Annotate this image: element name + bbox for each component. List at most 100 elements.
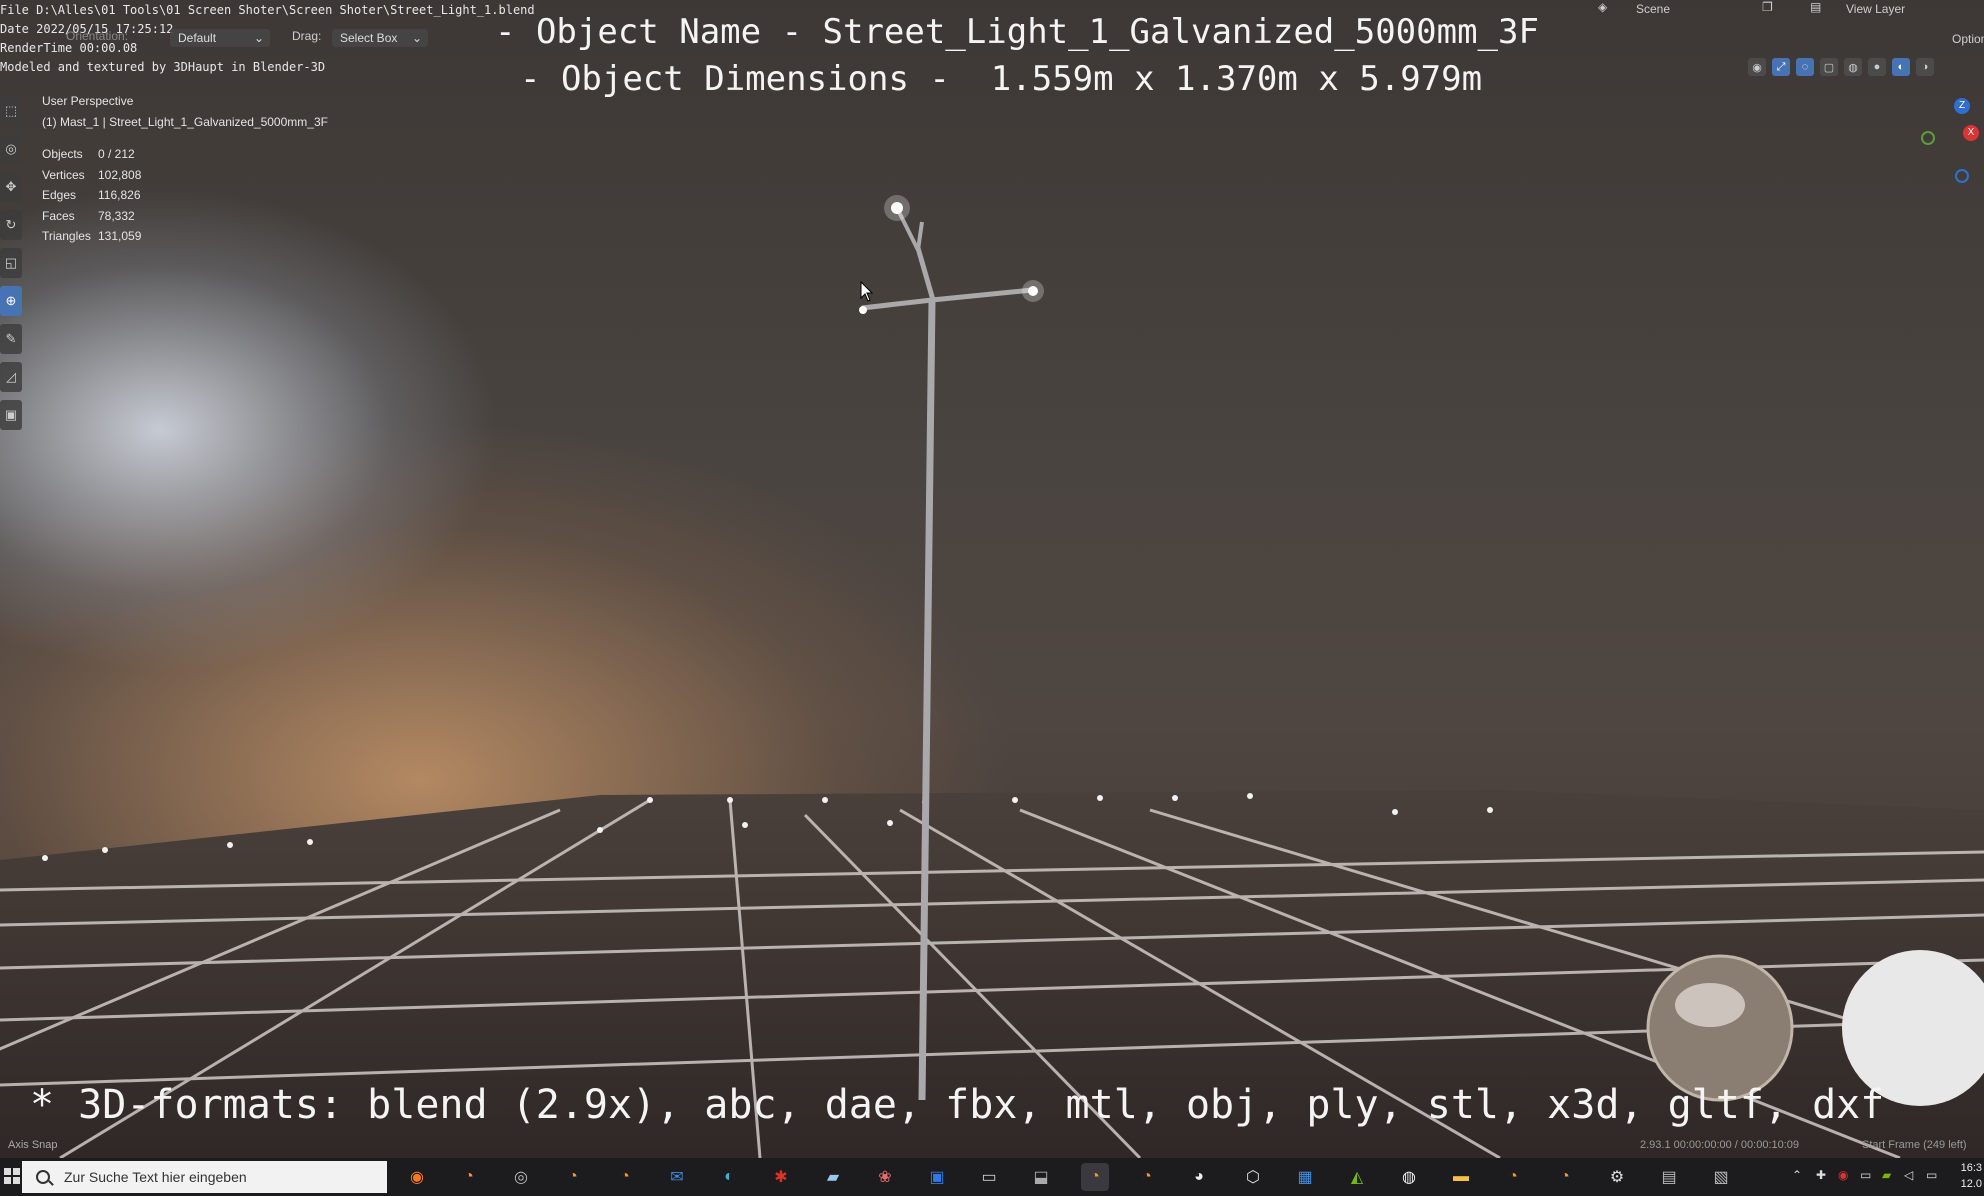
taskbar-app-doc[interactable]: ▤ bbox=[1655, 1163, 1683, 1191]
drag-select-dropdown[interactable]: Select Box ⌄ bbox=[332, 29, 428, 47]
windows-start-button[interactable] bbox=[4, 1168, 20, 1184]
notes-icon: ▰ bbox=[826, 1169, 840, 1186]
taskbar-blender-active[interactable]: ◔ bbox=[1081, 1163, 1109, 1191]
options-button[interactable]: Options bbox=[1952, 32, 1984, 46]
scene-icon: ◈ bbox=[1598, 0, 1608, 14]
measure-tool[interactable]: ◿ bbox=[0, 362, 22, 392]
orientation-value: Default bbox=[178, 31, 217, 45]
taskbar-blender-2[interactable]: ◔ bbox=[559, 1163, 587, 1191]
copy-icon: ❐ bbox=[1762, 0, 1773, 14]
orientation-label: Orientation: bbox=[66, 29, 129, 43]
gizmo-z-negative[interactable] bbox=[1955, 169, 1969, 183]
tray-app-2[interactable]: ◉ bbox=[1838, 1168, 1848, 1182]
scene-selector[interactable]: ◈ bbox=[1598, 0, 1607, 14]
cursor-tool[interactable]: ◎ bbox=[0, 134, 22, 164]
obs-icon: ◎ bbox=[514, 1169, 528, 1186]
material-sphere-icon: ◐ bbox=[1897, 61, 1905, 73]
gizmo-y-negative[interactable] bbox=[1921, 131, 1935, 145]
taskbar-3d-viewer[interactable]: ⬡ bbox=[1239, 1163, 1267, 1191]
solid-sphere-icon: ● bbox=[1873, 61, 1881, 73]
scene-label[interactable]: Scene bbox=[1636, 2, 1670, 16]
gizmo-icon: ⤢ bbox=[1776, 60, 1786, 73]
gizmo-toggle[interactable]: ⤢ bbox=[1772, 58, 1790, 76]
rendered-shading[interactable]: ◑ bbox=[1916, 58, 1934, 76]
xray-icon: ▢ bbox=[1823, 61, 1835, 74]
taskbar-clock[interactable]: 16:3 12.0 bbox=[1961, 1160, 1982, 1192]
tray-keyboard[interactable]: ▭ bbox=[1926, 1168, 1937, 1182]
move-tool[interactable]: ✥ bbox=[0, 172, 22, 202]
annotate-tool[interactable]: ✎ bbox=[0, 324, 22, 354]
view-layer-selector[interactable]: ▤ bbox=[1810, 0, 1821, 14]
network-icon: ▭ bbox=[1860, 1168, 1872, 1182]
taskbar-app-red[interactable]: ✱ bbox=[767, 1163, 795, 1191]
overlays-toggle[interactable]: ◌ bbox=[1796, 58, 1814, 76]
gizmo-x-axis[interactable]: X bbox=[1963, 125, 1979, 141]
new-scene-button[interactable]: ❐ bbox=[1762, 0, 1773, 14]
blender-icon: ◔ bbox=[1508, 1168, 1518, 1185]
transform-tool[interactable]: ⊕ bbox=[0, 286, 22, 316]
taskbar-explorer[interactable]: ▬ bbox=[1447, 1163, 1475, 1191]
windows-taskbar: Zur Suche Text hier eingeben ◉ ◔ ◎ ◔ ◔ ✉… bbox=[0, 1158, 1984, 1196]
taskbar-blender-3[interactable]: ◔ bbox=[611, 1163, 639, 1191]
tray-volume[interactable]: ◁ bbox=[1904, 1168, 1913, 1182]
keyboard-icon: ▭ bbox=[1926, 1168, 1938, 1182]
taskbar-paint[interactable]: ❀ bbox=[871, 1163, 899, 1191]
chevron-up-icon: ⌃ bbox=[1792, 1168, 1803, 1182]
tray-show-hidden[interactable]: ⌃ bbox=[1792, 1168, 1802, 1182]
material-shading[interactable]: ◐ bbox=[1892, 58, 1910, 76]
add-cube-tool[interactable]: ▣ bbox=[0, 400, 22, 430]
taskbar-store[interactable]: ▣ bbox=[923, 1163, 951, 1191]
stat-vertices: Vertices 102,808 bbox=[42, 167, 142, 182]
taskbar-search-box[interactable]: Zur Suche Text hier eingeben bbox=[22, 1161, 387, 1193]
taskbar-settings[interactable]: ⚙ bbox=[1603, 1163, 1631, 1191]
tray-app-1[interactable]: ✚ bbox=[1816, 1168, 1826, 1182]
select-tool[interactable]: ⬚ bbox=[0, 96, 22, 126]
taskbar-terminal[interactable]: ▭ bbox=[975, 1163, 1003, 1191]
tray-app-3[interactable]: ▰ bbox=[1882, 1168, 1891, 1182]
xray-toggle[interactable]: ▢ bbox=[1820, 58, 1838, 76]
taskbar-obs[interactable]: ◎ bbox=[507, 1163, 535, 1191]
solid-shading[interactable]: ● bbox=[1868, 58, 1886, 76]
taskbar-blender-5[interactable]: ◔ bbox=[1499, 1163, 1527, 1191]
taskbar-blender-4[interactable]: ◔ bbox=[1133, 1163, 1161, 1191]
move-icon: ✥ bbox=[5, 179, 17, 194]
scene-statistics: Objects 0 / 212 Vertices 102,808 Edges 116,… bbox=[42, 147, 141, 250]
stat-faces: Faces 78,332 bbox=[42, 208, 135, 223]
taskbar-edge[interactable]: ◐ bbox=[715, 1163, 743, 1191]
taskbar-blender-1[interactable]: ◔ bbox=[455, 1163, 483, 1191]
edge-icon: ◐ bbox=[724, 1168, 734, 1185]
taskbar-app-window[interactable]: ▧ bbox=[1707, 1163, 1735, 1191]
orientation-dropdown[interactable]: Default ⌄ bbox=[170, 29, 270, 47]
scale-tool[interactable]: ◱ bbox=[0, 248, 22, 278]
taskbar-davinci[interactable]: ◍ bbox=[1395, 1163, 1423, 1191]
cube-outline-icon: ⬡ bbox=[1246, 1169, 1260, 1186]
blender-icon: ◔ bbox=[1560, 1168, 1570, 1185]
stat-triangles: Triangles 131,059 bbox=[42, 229, 142, 243]
taskbar-notes[interactable]: ▰ bbox=[819, 1163, 847, 1191]
wireframe-shading[interactable]: ◍ bbox=[1844, 58, 1862, 76]
blender-icon: ◔ bbox=[1090, 1168, 1100, 1185]
mouse-cursor-icon bbox=[860, 281, 874, 302]
taskbar-blender-6[interactable]: ◔ bbox=[1551, 1163, 1579, 1191]
rendertime-line: RenderTime 00:00.08 bbox=[0, 41, 138, 55]
visibility-toggle[interactable]: ◉ bbox=[1748, 58, 1766, 76]
taskbar-mail[interactable]: ✉ bbox=[663, 1163, 691, 1191]
taskbar-firefox[interactable]: ◉ bbox=[403, 1163, 431, 1191]
taskbar-calendar[interactable]: ▦ bbox=[1291, 1163, 1319, 1191]
3d-viewport[interactable]: File D:\Alles\01 Tools\01 Screen Shoter\… bbox=[0, 0, 1984, 1158]
rotate-tool[interactable]: ↻ bbox=[0, 210, 22, 240]
overlay-circles-icon: ◌ bbox=[1801, 61, 1809, 73]
chevron-down-icon: ⌄ bbox=[411, 31, 422, 45]
view-layer-label[interactable]: View Layer bbox=[1846, 2, 1905, 16]
clock-date: 12.0 bbox=[1960, 1178, 1982, 1190]
rendered-sphere-icon: ◑ bbox=[1921, 61, 1929, 73]
ruler-icon: ◿ bbox=[6, 369, 16, 384]
tray-network[interactable]: ▭ bbox=[1860, 1168, 1871, 1182]
taskbar-panda[interactable]: ◕ bbox=[1185, 1163, 1213, 1191]
taskbar-nvidia[interactable]: ◭ bbox=[1343, 1163, 1371, 1191]
taskbar-app-gray[interactable]: ⬓ bbox=[1027, 1163, 1055, 1191]
grid-floor bbox=[0, 195, 1984, 1158]
version-time-label: 2.93.1 00:00:00:00 / 00:00:10:09 bbox=[1640, 1139, 1800, 1151]
folder-icon: ▬ bbox=[1453, 1168, 1469, 1185]
gizmo-z-axis[interactable]: Z bbox=[1954, 98, 1970, 114]
